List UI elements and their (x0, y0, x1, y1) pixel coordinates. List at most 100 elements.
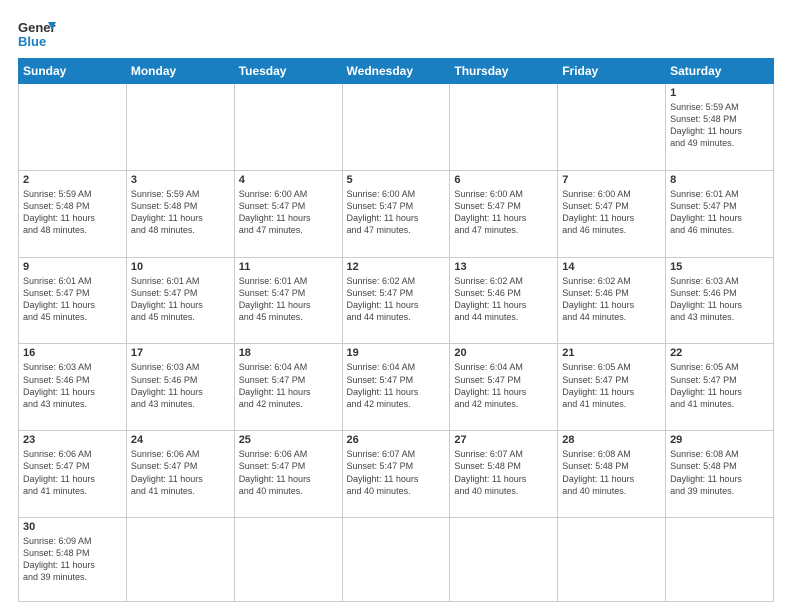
day-info: Sunrise: 6:06 AM Sunset: 5:47 PM Dayligh… (131, 448, 230, 497)
day-number: 17 (131, 347, 230, 359)
day-number: 4 (239, 174, 338, 186)
day-number: 18 (239, 347, 338, 359)
calendar-cell: 19 Sunrise: 6:04 AM Sunset: 5:47 PM Dayli… (342, 344, 450, 431)
calendar-cell (234, 518, 342, 602)
calendar-cell: 22 Sunrise: 6:05 AM Sunset: 5:47 PM Dayli… (666, 344, 774, 431)
day-number: 10 (131, 261, 230, 273)
day-info: Sunrise: 6:03 AM Sunset: 5:46 PM Dayligh… (670, 275, 769, 324)
day-info: Sunrise: 6:04 AM Sunset: 5:47 PM Dayligh… (454, 361, 553, 410)
calendar-week-row: 2 Sunrise: 5:59 AM Sunset: 5:48 PM Daylig… (19, 170, 774, 257)
calendar-cell: 7 Sunrise: 6:00 AM Sunset: 5:47 PM Daylig… (558, 170, 666, 257)
calendar-cell: 3 Sunrise: 5:59 AM Sunset: 5:48 PM Daylig… (126, 170, 234, 257)
header: General Blue (18, 18, 774, 50)
page: General Blue SundayMondayTuesdayWednesda… (0, 0, 792, 612)
day-info: Sunrise: 6:01 AM Sunset: 5:47 PM Dayligh… (131, 275, 230, 324)
day-info: Sunrise: 6:05 AM Sunset: 5:47 PM Dayligh… (562, 361, 661, 410)
calendar-cell: 10 Sunrise: 6:01 AM Sunset: 5:47 PM Dayli… (126, 257, 234, 344)
calendar-cell: 11Sunrise: 6:01 AM Sunset: 5:47 PM Dayli… (234, 257, 342, 344)
calendar-cell: 14Sunrise: 6:02 AM Sunset: 5:46 PM Dayli… (558, 257, 666, 344)
calendar-cell: 4 Sunrise: 6:00 AM Sunset: 5:47 PM Daylig… (234, 170, 342, 257)
weekday-header-saturday: Saturday (666, 59, 774, 84)
calendar-cell: 12Sunrise: 6:02 AM Sunset: 5:47 PM Dayli… (342, 257, 450, 344)
day-number: 14 (562, 261, 661, 273)
day-info: Sunrise: 6:06 AM Sunset: 5:47 PM Dayligh… (23, 448, 122, 497)
calendar-week-row: 16 Sunrise: 6:03 AM Sunset: 5:46 PM Dayli… (19, 344, 774, 431)
day-info: Sunrise: 6:06 AM Sunset: 5:47 PM Dayligh… (239, 448, 338, 497)
calendar-cell (666, 518, 774, 602)
calendar-cell: 27Sunrise: 6:07 AM Sunset: 5:48 PM Dayli… (450, 431, 558, 518)
weekday-header-monday: Monday (126, 59, 234, 84)
calendar-cell: 26 Sunrise: 6:07 AM Sunset: 5:47 PM Dayli… (342, 431, 450, 518)
day-number: 6 (454, 174, 553, 186)
day-number: 16 (23, 347, 122, 359)
calendar-cell (450, 84, 558, 171)
day-info: Sunrise: 6:05 AM Sunset: 5:47 PM Dayligh… (670, 361, 769, 410)
calendar-cell: 9 Sunrise: 6:01 AM Sunset: 5:47 PM Daylig… (19, 257, 127, 344)
day-info: Sunrise: 6:01 AM Sunset: 5:47 PM Dayligh… (670, 188, 769, 237)
calendar-cell: 23 Sunrise: 6:06 AM Sunset: 5:47 PM Dayli… (19, 431, 127, 518)
calendar-cell: 25 Sunrise: 6:06 AM Sunset: 5:47 PM Dayli… (234, 431, 342, 518)
calendar-week-row: 30Sunrise: 6:09 AM Sunset: 5:48 PM Dayli… (19, 518, 774, 602)
day-info: Sunrise: 6:07 AM Sunset: 5:47 PM Dayligh… (347, 448, 446, 497)
day-info: Sunrise: 6:08 AM Sunset: 5:48 PM Dayligh… (562, 448, 661, 497)
day-number: 23 (23, 434, 122, 446)
calendar-cell: 16 Sunrise: 6:03 AM Sunset: 5:46 PM Dayli… (19, 344, 127, 431)
day-number: 22 (670, 347, 769, 359)
day-number: 8 (670, 174, 769, 186)
calendar-cell (342, 518, 450, 602)
day-number: 7 (562, 174, 661, 186)
calendar-cell: 20 Sunrise: 6:04 AM Sunset: 5:47 PM Dayli… (450, 344, 558, 431)
weekday-header-wednesday: Wednesday (342, 59, 450, 84)
calendar-cell: 15Sunrise: 6:03 AM Sunset: 5:46 PM Dayli… (666, 257, 774, 344)
day-number: 26 (347, 434, 446, 446)
weekday-header-row: SundayMondayTuesdayWednesdayThursdayFrid… (19, 59, 774, 84)
day-number: 25 (239, 434, 338, 446)
calendar-cell (126, 518, 234, 602)
day-info: Sunrise: 6:04 AM Sunset: 5:47 PM Dayligh… (347, 361, 446, 410)
day-number: 12 (347, 261, 446, 273)
day-info: Sunrise: 6:03 AM Sunset: 5:46 PM Dayligh… (23, 361, 122, 410)
calendar-table: SundayMondayTuesdayWednesdayThursdayFrid… (18, 58, 774, 602)
calendar-cell (558, 84, 666, 171)
calendar-cell: 5Sunrise: 6:00 AM Sunset: 5:47 PM Daylig… (342, 170, 450, 257)
day-info: Sunrise: 6:00 AM Sunset: 5:47 PM Dayligh… (239, 188, 338, 237)
day-info: Sunrise: 6:04 AM Sunset: 5:47 PM Dayligh… (239, 361, 338, 410)
svg-text:Blue: Blue (18, 34, 46, 49)
calendar-week-row: 23 Sunrise: 6:06 AM Sunset: 5:47 PM Dayli… (19, 431, 774, 518)
day-info: Sunrise: 6:00 AM Sunset: 5:47 PM Dayligh… (454, 188, 553, 237)
day-number: 5 (347, 174, 446, 186)
logo: General Blue (18, 18, 56, 50)
day-number: 1 (670, 87, 769, 99)
calendar-week-row: 9 Sunrise: 6:01 AM Sunset: 5:47 PM Daylig… (19, 257, 774, 344)
day-info: Sunrise: 6:08 AM Sunset: 5:48 PM Dayligh… (670, 448, 769, 497)
calendar-cell: 6 Sunrise: 6:00 AM Sunset: 5:47 PM Daylig… (450, 170, 558, 257)
day-info: Sunrise: 6:00 AM Sunset: 5:47 PM Dayligh… (562, 188, 661, 237)
weekday-header-friday: Friday (558, 59, 666, 84)
calendar-cell (19, 84, 127, 171)
calendar-cell: 21Sunrise: 6:05 AM Sunset: 5:47 PM Dayli… (558, 344, 666, 431)
calendar-cell (126, 84, 234, 171)
day-number: 30 (23, 521, 122, 533)
calendar-cell: 8 Sunrise: 6:01 AM Sunset: 5:47 PM Daylig… (666, 170, 774, 257)
day-number: 20 (454, 347, 553, 359)
calendar-cell: 18 Sunrise: 6:04 AM Sunset: 5:47 PM Dayli… (234, 344, 342, 431)
day-number: 13 (454, 261, 553, 273)
calendar-cell: 1Sunrise: 5:59 AM Sunset: 5:48 PM Daylig… (666, 84, 774, 171)
calendar-week-row: 1Sunrise: 5:59 AM Sunset: 5:48 PM Daylig… (19, 84, 774, 171)
day-number: 24 (131, 434, 230, 446)
day-number: 2 (23, 174, 122, 186)
calendar-cell: 30Sunrise: 6:09 AM Sunset: 5:48 PM Dayli… (19, 518, 127, 602)
day-number: 3 (131, 174, 230, 186)
day-info: Sunrise: 6:01 AM Sunset: 5:47 PM Dayligh… (23, 275, 122, 324)
day-info: Sunrise: 6:02 AM Sunset: 5:46 PM Dayligh… (454, 275, 553, 324)
calendar-cell: 17Sunrise: 6:03 AM Sunset: 5:46 PM Dayli… (126, 344, 234, 431)
calendar-cell (234, 84, 342, 171)
day-number: 19 (347, 347, 446, 359)
day-number: 29 (670, 434, 769, 446)
weekday-header-thursday: Thursday (450, 59, 558, 84)
calendar-cell: 13 Sunrise: 6:02 AM Sunset: 5:46 PM Dayli… (450, 257, 558, 344)
day-info: Sunrise: 5:59 AM Sunset: 5:48 PM Dayligh… (23, 188, 122, 237)
calendar-cell (558, 518, 666, 602)
day-info: Sunrise: 5:59 AM Sunset: 5:48 PM Dayligh… (131, 188, 230, 237)
day-number: 9 (23, 261, 122, 273)
